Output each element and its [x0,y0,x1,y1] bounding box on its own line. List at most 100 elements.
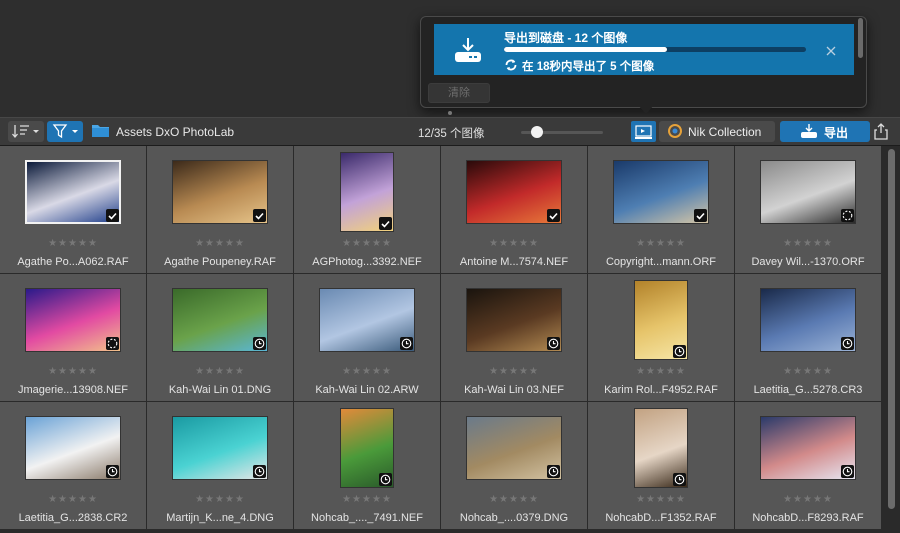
image-thumbnail-cell[interactable]: ★★★★★ Nohcab_....0379.DNG [441,402,587,529]
pending-clock-icon [253,465,266,478]
image-thumbnail-cell[interactable]: ★★★★★ Davey Wil...-1370.ORF [735,146,881,273]
star-rating[interactable]: ★★★★★ [735,494,881,505]
sort-icon [12,125,39,139]
image-filename: Martijn_K...ne_4.DNG [166,512,274,524]
image-filename: Laetitia_G...2838.CR2 [18,512,128,524]
export-panel-icon [635,125,652,139]
sort-button[interactable] [8,121,44,142]
image-thumbnail-cell[interactable]: ★★★★★ Agathe Po...A062.RAF [0,146,146,273]
star-rating[interactable]: ★★★★★ [735,366,881,377]
folder-label: Assets DxO PhotoLab [116,125,235,139]
exported-check-icon [379,217,392,230]
exported-check-icon [547,209,560,222]
image-thumbnail-cell[interactable]: ★★★★★ Martijn_K...ne_4.DNG [147,402,293,529]
pending-clock-icon [673,345,686,358]
close-icon[interactable] [824,44,838,58]
star-rating[interactable]: ★★★★★ [588,494,734,505]
image-thumbnail-cell[interactable]: ★★★★★ Karim Rol...F4952.RAF [588,274,734,401]
resize-handle-dot[interactable] [448,111,452,115]
nik-collection-button[interactable]: Nik Collection [659,121,775,142]
image-thumbnail-cell[interactable]: ★★★★★ AGPhotog...3392.NEF [294,146,440,273]
image-filename: Kah-Wai Lin 03.NEF [464,384,564,396]
image-thumbnail-cell[interactable]: ★★★★★ Laetitia_G...2838.CR2 [0,402,146,529]
sync-icon [504,58,518,72]
popover-scrollbar[interactable] [858,18,863,58]
clear-button[interactable]: 清除 [428,83,490,103]
star-rating[interactable]: ★★★★★ [735,238,881,249]
image-thumbnail-cell[interactable]: ★★★★★ NohcabD...F1352.RAF [588,402,734,529]
image-thumbnail-cell[interactable]: ★★★★★ Laetitia_G...5278.CR3 [735,274,881,401]
image-filename: Kah-Wai Lin 01.DNG [168,384,272,396]
grid-scrollbar[interactable] [884,146,900,533]
image-filename: Agathe Poupeney.RAF [164,256,276,268]
star-rating[interactable]: ★★★★★ [441,366,587,377]
star-rating[interactable]: ★★★★★ [0,494,146,505]
image-filename: Laetitia_G...5278.CR3 [753,384,863,396]
export-disk-icon [801,124,817,138]
image-filename: NohcabD...F1352.RAF [605,512,717,524]
star-rating[interactable]: ★★★★★ [441,238,587,249]
image-filename: Jmagerie...13908.NEF [17,384,129,396]
pending-clock-icon [400,337,413,350]
star-rating[interactable]: ★★★★★ [588,366,734,377]
star-rating[interactable]: ★★★★★ [147,366,293,377]
grid-scrollbar-thumb[interactable] [888,149,895,509]
pending-clock-icon [547,465,560,478]
image-filename: Davey Wil...-1370.ORF [751,256,865,268]
thumbnail-size-slider-knob[interactable] [531,126,543,138]
export-status: 在 18秒内导出了 5 个图像 [522,61,655,73]
star-rating[interactable]: ★★★★★ [294,494,440,505]
share-icon[interactable] [873,122,889,140]
image-thumbnail-cell[interactable]: ★★★★★ Nohcab_...._7491.NEF [294,402,440,529]
star-rating[interactable]: ★★★★★ [147,494,293,505]
exported-check-icon [253,209,266,222]
pending-clock-icon [673,473,686,486]
star-rating[interactable]: ★★★★★ [0,238,146,249]
star-rating[interactable]: ★★★★★ [588,238,734,249]
export-panel-toggle-button[interactable] [631,121,656,142]
folder-icon [91,123,110,138]
export-button[interactable]: 导出 [780,121,870,142]
image-thumbnail-cell[interactable]: ★★★★★ Copyright...mann.ORF [588,146,734,273]
image-thumbnail-cell[interactable]: ★★★★★ NohcabD...F8293.RAF [735,402,881,529]
pending-clock-icon [547,337,560,350]
image-filename: Nohcab_....0379.DNG [459,512,569,524]
star-rating[interactable]: ★★★★★ [294,366,440,377]
image-thumbnail-cell[interactable]: ★★★★★ Antoine M...7574.NEF [441,146,587,273]
image-filename: NohcabD...F8293.RAF [752,512,864,524]
star-rating[interactable]: ★★★★★ [0,366,146,377]
image-filename: Antoine M...7574.NEF [459,256,569,268]
pending-clock-icon [253,337,266,350]
image-thumbnail-cell[interactable]: ★★★★★ Kah-Wai Lin 02.ARW [294,274,440,401]
export-title: 导出到磁盘 - 12 个图像 [504,31,628,45]
pending-clock-icon [841,337,854,350]
export-progress-bar [504,47,806,52]
image-count: 12/35 个图像 [418,128,485,140]
star-rating[interactable]: ★★★★★ [294,238,440,249]
popover-arrow [637,104,655,114]
image-filename: AGPhotog...3392.NEF [312,256,422,268]
image-thumbnail-cell[interactable]: ★★★★★ Agathe Poupeney.RAF [147,146,293,273]
image-filename: Kah-Wai Lin 02.ARW [315,384,419,396]
exporting-spinner-icon [106,337,119,350]
image-thumbnail-cell[interactable]: ★★★★★ Kah-Wai Lin 01.DNG [147,274,293,401]
image-filename: Nohcab_...._7491.NEF [311,512,423,524]
star-rating[interactable]: ★★★★★ [441,494,587,505]
image-grid: ★★★★★ Agathe Po...A062.RAF ★★★★★ Agathe Pou… [0,146,884,533]
exporting-spinner-icon [841,209,854,222]
image-thumbnail-cell[interactable]: ★★★★★ Kah-Wai Lin 03.NEF [441,274,587,401]
image-filename: Agathe Po...A062.RAF [17,256,129,268]
exported-check-icon [694,209,707,222]
star-rating[interactable]: ★★★★★ [147,238,293,249]
pending-clock-icon [379,473,392,486]
browser-toolbar: Assets DxO PhotoLab 12/35 个图像 Nik Collec… [0,117,900,146]
filter-funnel-icon [52,124,78,139]
filter-button[interactable] [47,121,83,142]
image-thumbnail-cell[interactable]: ★★★★★ Jmagerie...13908.NEF [0,274,146,401]
export-button-label: 导出 [824,126,849,140]
nik-collection-icon [668,124,682,138]
pending-clock-icon [106,465,119,478]
image-filename: Karim Rol...F4952.RAF [604,384,718,396]
nik-collection-label: Nik Collection [688,125,762,139]
image-filename: Copyright...mann.ORF [605,256,717,268]
